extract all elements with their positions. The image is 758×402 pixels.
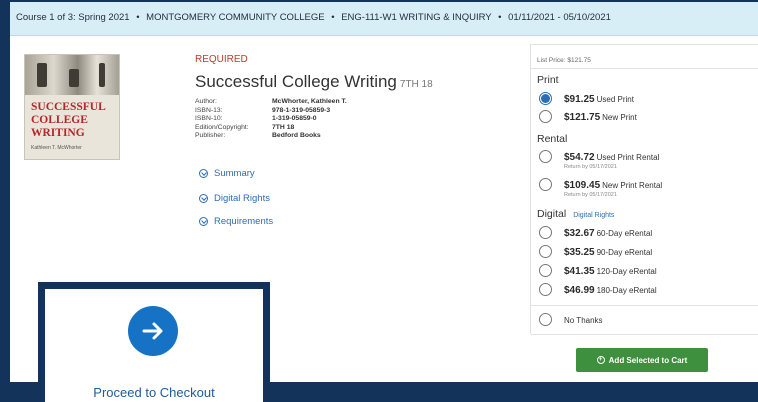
option-price: $35.25 xyxy=(564,247,595,258)
detail-label: ISBN-10: xyxy=(195,115,223,123)
radio-button[interactable] xyxy=(539,150,552,163)
detail-value: Bedford Books xyxy=(272,132,321,140)
option-no-thanks[interactable]: No Thanks xyxy=(539,313,603,327)
requirements-toggle[interactable]: Requirements xyxy=(199,216,273,227)
rental-group-title: Rental xyxy=(537,133,568,145)
radio-button[interactable] xyxy=(539,245,552,258)
course-info-bar: Course 1 of 3: Spring 2021 • MONTGOMERY … xyxy=(10,2,758,36)
option-180-day-erental[interactable]: $46.99 180-Day eRental xyxy=(539,283,657,297)
radio-button[interactable] xyxy=(539,313,552,326)
detail-row: ISBN-10: 1-319-05859-0 xyxy=(195,115,347,124)
detail-row: Edition/Copyright: 7TH 18 xyxy=(195,124,347,133)
list-price: List Price: $121.75 xyxy=(537,57,591,64)
radio-button[interactable] xyxy=(539,283,552,296)
option-desc: 180-Day eRental xyxy=(596,286,657,295)
option-desc: 60-Day eRental xyxy=(596,229,653,238)
option-price: $41.35 xyxy=(564,266,595,277)
cover-author: Kathleen T. McWhorter xyxy=(31,145,82,151)
proceed-checkout-button[interactable] xyxy=(128,306,178,356)
option-desc: 120-Day eRental xyxy=(596,267,657,276)
detail-value: 1-319-05859-0 xyxy=(272,115,317,123)
option-desc: 90-Day eRental xyxy=(596,248,653,257)
option-60-day-erental[interactable]: $32.67 60-Day eRental xyxy=(539,226,652,240)
chevron-down-icon xyxy=(199,217,208,226)
separator: • xyxy=(136,12,140,23)
detail-row: Publisher: Bedford Books xyxy=(195,132,347,141)
option-price: $91.25 xyxy=(564,94,595,105)
option-desc: Used Print Rental xyxy=(596,153,660,162)
detail-label: Edition/Copyright: xyxy=(195,123,249,131)
radio-button[interactable] xyxy=(539,178,552,191)
plus-circle-icon: + xyxy=(596,356,605,364)
detail-label: Publisher: xyxy=(195,132,226,140)
option-new-print[interactable]: $121.75 New Print xyxy=(539,110,637,124)
option-120-day-erental[interactable]: $41.35 120-Day eRental xyxy=(539,264,657,278)
option-desc: New Print xyxy=(602,113,637,122)
option-90-day-erental[interactable]: $35.25 90-Day eRental xyxy=(539,245,652,259)
radio-button[interactable] xyxy=(539,110,552,123)
detail-label: ISBN-13: xyxy=(195,106,223,114)
separator: • xyxy=(331,12,335,23)
course-dates: 01/11/2021 - 05/10/2021 xyxy=(508,12,611,23)
expander-label: Requirements xyxy=(214,216,274,227)
digital-title-text: Digital xyxy=(537,208,567,220)
course-label: Course 1 of 3: Spring 2021 xyxy=(16,12,130,23)
option-new-print-rental[interactable]: $109.45 New Print Rental Return by 05/17/2… xyxy=(539,178,662,199)
chevron-down-icon xyxy=(199,169,208,178)
required-label: REQUIRED xyxy=(195,54,248,65)
book-title-text: Successful College Writing xyxy=(195,72,397,91)
book-cover-image: SUCCESSFUL COLLEGE WRITING Kathleen T. M… xyxy=(24,54,120,160)
digital-rights-link[interactable]: Digital Rights xyxy=(573,212,614,219)
option-desc: No Thanks xyxy=(564,316,603,325)
print-group-title: Print xyxy=(537,74,559,86)
option-price: $46.99 xyxy=(564,285,595,296)
option-used-print-rental[interactable]: $54.72 Used Print Rental Return by 05/17/2… xyxy=(539,150,659,171)
divider xyxy=(531,305,758,306)
return-note: Return by 05/17/2021 xyxy=(564,164,617,170)
proceed-checkout-link[interactable]: Proceed to Checkout xyxy=(45,385,263,400)
divider xyxy=(531,334,758,335)
chevron-down-icon xyxy=(199,194,208,203)
separator: • xyxy=(498,12,502,23)
radio-button[interactable] xyxy=(539,92,552,105)
expander-label: Digital Rights xyxy=(214,193,270,204)
college-name: MONTGOMERY COMMUNITY COLLEGE xyxy=(146,12,325,23)
detail-row: ISBN-13: 978-1-319-05859-3 xyxy=(195,107,347,116)
cover-title-line: WRITING xyxy=(31,127,85,139)
cover-title-line: COLLEGE xyxy=(31,114,88,126)
summary-toggle[interactable]: Summary xyxy=(199,168,255,179)
radio-button[interactable] xyxy=(539,226,552,239)
option-price: $121.75 xyxy=(564,112,601,123)
expander-label: Summary xyxy=(214,168,255,179)
radio-button[interactable] xyxy=(539,264,552,277)
book-details: Author: McWhorter, Kathleen T. ISBN-13: 97… xyxy=(195,98,347,141)
book-title: Successful College Writing 7TH 18 xyxy=(195,72,433,92)
detail-value: 7TH 18 xyxy=(272,123,295,131)
option-price: $32.67 xyxy=(564,228,595,239)
cover-title-line: SUCCESSFUL xyxy=(31,101,106,113)
return-note: Return by 05/17/2021 xyxy=(564,192,617,198)
cart-button-label: Add Selected to Cart xyxy=(608,355,688,365)
cover-art xyxy=(25,55,119,95)
detail-row: Author: McWhorter, Kathleen T. xyxy=(195,98,347,107)
option-price: $109.45 xyxy=(564,180,601,191)
edition-tag: 7TH 18 xyxy=(399,79,433,90)
option-used-print[interactable]: $91.25 Used Print xyxy=(539,92,634,106)
digital-rights-toggle[interactable]: Digital Rights xyxy=(199,193,270,204)
detail-value: McWhorter, Kathleen T. xyxy=(272,98,347,105)
option-desc: New Print Rental xyxy=(602,181,663,190)
option-price: $54.72 xyxy=(564,152,595,163)
detail-label: Author: xyxy=(195,98,217,105)
divider xyxy=(531,44,758,45)
detail-value: 978-1-319-05859-3 xyxy=(272,106,331,114)
arrow-right-icon xyxy=(142,322,163,340)
option-desc: Used Print xyxy=(596,95,634,104)
checkout-callout: Proceed to Checkout xyxy=(38,282,270,402)
divider xyxy=(531,68,758,69)
digital-group-title: Digital Digital Rights xyxy=(537,208,614,220)
add-selected-to-cart-button[interactable]: + Add Selected to Cart xyxy=(576,348,708,372)
section-name: ENG-111-W1 WRITING & INQUIRY xyxy=(341,12,492,23)
